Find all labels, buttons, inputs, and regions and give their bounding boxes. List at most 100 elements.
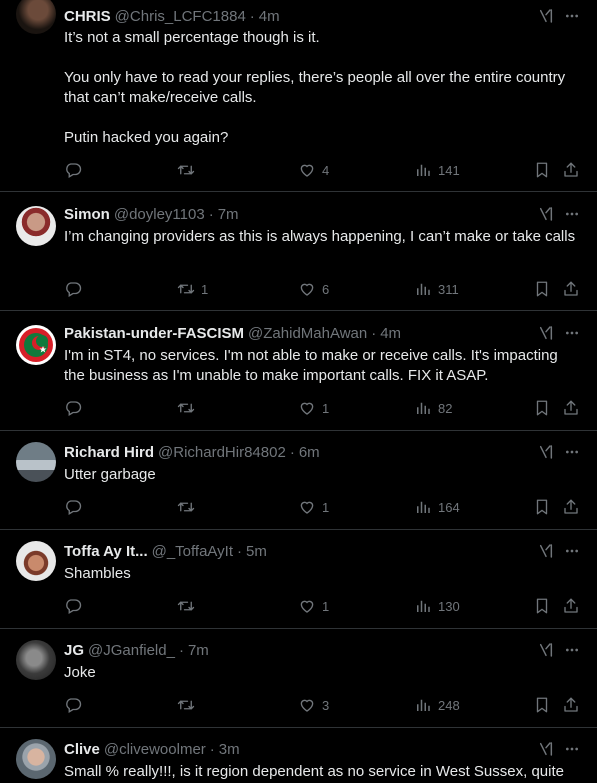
like-button[interactable]: 1	[298, 497, 329, 517]
retweet-button[interactable]	[177, 596, 201, 616]
author-name[interactable]: Richard Hird	[64, 444, 154, 461]
reply-button[interactable]	[64, 497, 88, 517]
author-handle[interactable]: @Chris_LCFC1884	[115, 8, 246, 25]
tweet-text: Shambles	[64, 564, 580, 584]
tweet-text: Utter garbage	[64, 465, 580, 485]
grok-icon[interactable]	[538, 206, 554, 222]
bookmark-icon	[533, 399, 551, 417]
like-button[interactable]: 6	[298, 279, 329, 299]
share-icon	[562, 280, 580, 298]
more-icon[interactable]	[562, 444, 582, 460]
grok-icon[interactable]	[538, 543, 554, 559]
avatar[interactable]	[16, 541, 56, 581]
timestamp[interactable]: 3m	[219, 741, 240, 758]
views-icon	[414, 498, 432, 516]
reply-tweet[interactable]: Simon @doyley1103 · 7m I’m changing prov…	[0, 192, 597, 311]
author-name[interactable]: JG	[64, 642, 84, 659]
reply-button[interactable]	[64, 160, 88, 180]
reply-tweet[interactable]: CHRIS @Chris_LCFC1884 · 4m It’s not a sm…	[0, 0, 597, 192]
action-bar: 3 248	[64, 695, 584, 715]
timestamp[interactable]: 7m	[218, 206, 239, 223]
author-name[interactable]: CHRIS	[64, 8, 111, 25]
views-button[interactable]: 82	[414, 398, 452, 418]
reply-button[interactable]	[64, 695, 88, 715]
share-icon	[562, 696, 580, 714]
grok-icon[interactable]	[538, 642, 554, 658]
separator-dot: ·	[209, 740, 215, 758]
like-button[interactable]: 3	[298, 695, 329, 715]
reply-tweet[interactable]: Richard Hird @RichardHir84802 · 6m Utter…	[0, 431, 597, 530]
grok-icon[interactable]	[538, 741, 554, 757]
views-icon	[414, 280, 432, 298]
reply-tweet[interactable]: JG @JGanfield_ · 7m Joke 3 248	[0, 629, 597, 728]
views-button[interactable]: 164	[414, 497, 460, 517]
avatar[interactable]	[16, 442, 56, 482]
flag-avatar-icon	[19, 328, 53, 362]
avatar[interactable]	[16, 640, 56, 680]
author-name[interactable]: Pakistan-under-FASCISM	[64, 325, 244, 342]
share-button[interactable]	[562, 497, 580, 517]
grok-icon[interactable]	[538, 325, 554, 341]
views-button[interactable]: 311	[414, 279, 459, 299]
views-button[interactable]: 141	[414, 160, 460, 180]
bookmark-button[interactable]	[533, 398, 551, 418]
like-button[interactable]: 1	[298, 398, 329, 418]
bookmark-button[interactable]	[533, 497, 551, 517]
reply-button[interactable]	[64, 279, 88, 299]
author-handle[interactable]: @doyley1103	[114, 206, 205, 223]
tweet-text: Small % really!!!, is it region dependen…	[64, 762, 580, 782]
avatar[interactable]	[16, 739, 56, 779]
retweet-button[interactable]	[177, 160, 201, 180]
grok-icon[interactable]	[538, 8, 554, 24]
bookmark-button[interactable]	[533, 279, 551, 299]
bookmark-button[interactable]	[533, 695, 551, 715]
bookmark-button[interactable]	[533, 160, 551, 180]
author-handle[interactable]: @clivewoolmer	[104, 741, 206, 758]
more-icon[interactable]	[562, 741, 582, 757]
author-handle[interactable]: @_ToffaAyIt	[152, 543, 233, 560]
share-button[interactable]	[562, 695, 580, 715]
share-button[interactable]	[562, 279, 580, 299]
more-icon[interactable]	[562, 206, 582, 222]
author-name[interactable]: Clive	[64, 741, 100, 758]
retweet-button[interactable]	[177, 398, 201, 418]
more-icon[interactable]	[562, 543, 582, 559]
retweet-button[interactable]: 1	[177, 279, 208, 299]
reply-tweet[interactable]: Pakistan-under-FASCISM @ZahidMahAwan · 4…	[0, 311, 597, 431]
reply-tweet[interactable]: Toffa Ay It... @_ToffaAyIt · 5m Shambles…	[0, 530, 597, 629]
author-handle[interactable]: @JGanfield_	[88, 642, 175, 659]
share-button[interactable]	[562, 398, 580, 418]
timestamp[interactable]: 4m	[259, 8, 280, 25]
reply-icon	[64, 597, 82, 615]
author-name[interactable]: Simon	[64, 206, 110, 223]
views-button[interactable]: 130	[414, 596, 460, 616]
reply-tweet[interactable]: Clive @clivewoolmer · 3m Small % really!…	[0, 728, 597, 783]
avatar[interactable]	[16, 0, 56, 34]
author-name[interactable]: Toffa Ay It...	[64, 543, 148, 560]
share-button[interactable]	[562, 596, 580, 616]
retweet-button[interactable]	[177, 497, 201, 517]
reply-icon	[64, 498, 82, 516]
timestamp[interactable]: 7m	[188, 642, 209, 659]
retweet-icon	[177, 161, 195, 179]
share-button[interactable]	[562, 160, 580, 180]
avatar[interactable]	[16, 206, 56, 246]
bookmark-button[interactable]	[533, 596, 551, 616]
reply-button[interactable]	[64, 596, 88, 616]
like-button[interactable]: 1	[298, 596, 329, 616]
reply-button[interactable]	[64, 398, 88, 418]
like-icon	[298, 498, 316, 516]
more-icon[interactable]	[562, 325, 582, 341]
avatar[interactable]	[16, 325, 56, 365]
more-icon[interactable]	[562, 642, 582, 658]
author-handle[interactable]: @ZahidMahAwan	[248, 325, 367, 342]
views-button[interactable]: 248	[414, 695, 460, 715]
more-icon[interactable]	[562, 8, 582, 24]
grok-icon[interactable]	[538, 444, 554, 460]
like-button[interactable]: 4	[298, 160, 329, 180]
retweet-button[interactable]	[177, 695, 201, 715]
timestamp[interactable]: 4m	[380, 325, 401, 342]
timestamp[interactable]: 6m	[299, 444, 320, 461]
timestamp[interactable]: 5m	[246, 543, 267, 560]
author-handle[interactable]: @RichardHir84802	[158, 444, 286, 461]
